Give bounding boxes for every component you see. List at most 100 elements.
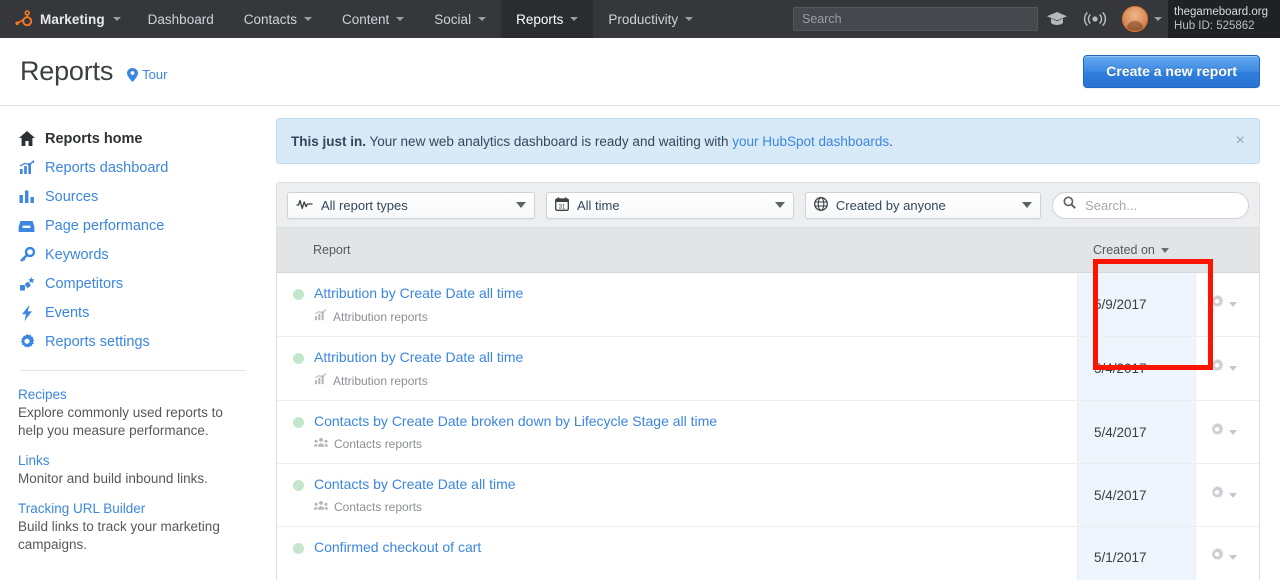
- chevron-down-icon[interactable]: [1229, 366, 1237, 371]
- nav-item-social[interactable]: Social: [419, 0, 501, 38]
- gear-icon[interactable]: [1210, 359, 1224, 378]
- report-type-filter-label: All report types: [321, 197, 408, 213]
- report-type: Contacts reports: [314, 500, 516, 514]
- chevron-down-icon: [304, 17, 312, 21]
- top-navigation-bar: Marketing Dashboard Contacts Content Soc…: [0, 0, 1280, 38]
- hubspot-sprocket-logo: [14, 10, 33, 28]
- chevron-down-icon[interactable]: [1229, 555, 1237, 560]
- table-row[interactable]: Attribution by Create Date all time Attr…: [277, 337, 1259, 401]
- column-header-created-on-label: Created on: [1093, 243, 1155, 257]
- search-icon: [1063, 196, 1076, 214]
- report-type-label: Contacts reports: [334, 500, 423, 514]
- chevron-down-icon: [774, 202, 785, 208]
- report-cell: Contacts by Create Date broken down by L…: [277, 401, 1077, 463]
- row-actions[interactable]: [1195, 337, 1259, 400]
- chevron-down-icon[interactable]: [1229, 492, 1237, 498]
- report-info: Contacts by Create Date broken down by L…: [314, 413, 717, 451]
- report-type-label: Contacts reports: [334, 437, 423, 451]
- sidebar-item-reports-settings[interactable]: Reports settings: [18, 327, 248, 356]
- sidebar-item-label: Events: [45, 304, 90, 321]
- account-name: thegameboard.org: [1174, 6, 1268, 18]
- report-search-box[interactable]: [1052, 191, 1249, 219]
- column-header-report[interactable]: Report: [277, 243, 1077, 257]
- binoculars-icon: [18, 275, 35, 292]
- brand-marketing-menu[interactable]: Marketing: [0, 0, 133, 38]
- time-range-filter-label: All time: [576, 197, 620, 213]
- main-content: This just in. Your new web analytics das…: [268, 106, 1280, 580]
- sidebar-item-page-performance[interactable]: Page performance: [18, 211, 248, 240]
- created-on-cell: 5/4/2017: [1077, 401, 1195, 463]
- recipes-link[interactable]: Recipes: [18, 387, 248, 402]
- gear-icon[interactable]: [1210, 295, 1224, 314]
- row-actions[interactable]: [1195, 401, 1259, 463]
- table-row[interactable]: Confirmed checkout of cart 5/1/2017: [277, 527, 1259, 580]
- report-info: Confirmed checkout of cart: [314, 539, 481, 576]
- nav-item-content[interactable]: Content: [327, 0, 419, 38]
- created-on-cell: 5/1/2017: [1077, 527, 1195, 580]
- nav-item-dashboard[interactable]: Dashboard: [133, 0, 229, 38]
- sidebar-item-reports-dashboard[interactable]: Reports dashboard: [18, 153, 248, 182]
- report-search-input[interactable]: [1083, 196, 1238, 214]
- tracking-url-builder-link[interactable]: Tracking URL Builder: [18, 501, 248, 516]
- report-cell: Attribution by Create Date all time Attr…: [277, 273, 1077, 336]
- chevron-down-icon: [396, 17, 405, 21]
- row-actions[interactable]: [1195, 527, 1259, 580]
- report-title-link[interactable]: Contacts by Create Date all time: [314, 476, 516, 492]
- sidebar-item-events[interactable]: Events: [18, 298, 248, 327]
- sidebar-item-label: Page performance: [45, 217, 165, 234]
- gear-icon[interactable]: [1210, 422, 1224, 442]
- global-search-input[interactable]: [793, 7, 1039, 31]
- sidebar-promo-tracking-url-builder: Tracking URL Builder Build links to trac…: [18, 501, 248, 554]
- links-link[interactable]: Links: [18, 453, 248, 468]
- sort-descending-icon: [1160, 247, 1169, 253]
- chart-line-icon: [18, 159, 35, 176]
- report-title-link[interactable]: Confirmed checkout of cart: [314, 539, 481, 555]
- nav-item-label: Dashboard: [147, 11, 214, 27]
- sidebar-item-label: Competitors: [45, 275, 124, 292]
- owner-filter[interactable]: Created by anyone: [804, 191, 1042, 219]
- close-icon[interactable]: ×: [1236, 133, 1245, 149]
- top-nav-right: thegameboard.org Hub ID: 525862: [793, 0, 1280, 38]
- chevron-down-icon[interactable]: [1229, 429, 1237, 435]
- table-row[interactable]: Contacts by Create Date broken down by L…: [277, 401, 1259, 464]
- table-row[interactable]: Attribution by Create Date all time Attr…: [277, 273, 1259, 337]
- nav-item-productivity[interactable]: Productivity: [593, 0, 708, 38]
- report-title-link[interactable]: Contacts by Create Date broken down by L…: [314, 413, 717, 429]
- page-root: Marketing Dashboard Contacts Content Soc…: [0, 0, 1280, 580]
- report-info: Attribution by Create Date all time Attr…: [314, 349, 523, 388]
- row-actions[interactable]: [1195, 273, 1259, 336]
- nav-item-contacts[interactable]: Contacts: [229, 0, 327, 38]
- row-actions[interactable]: [1195, 464, 1259, 526]
- user-menu[interactable]: [1114, 6, 1168, 32]
- sidebar-item-competitors[interactable]: Competitors: [18, 269, 248, 298]
- time-range-filter[interactable]: 31 All time: [545, 191, 794, 219]
- page-header: Reports Tour Create a new report: [0, 38, 1280, 106]
- sidebar-item-keywords[interactable]: Keywords: [18, 240, 248, 269]
- report-type: Attribution reports: [314, 309, 523, 324]
- banner-link[interactable]: your HubSpot dashboards: [732, 134, 889, 149]
- sidebar-item-reports-home[interactable]: Reports home: [18, 124, 248, 153]
- report-info: Contacts by Create Date all time Contact…: [314, 476, 516, 514]
- nav-item-label: Contacts: [243, 11, 297, 27]
- nav-item-reports[interactable]: Reports: [501, 0, 594, 38]
- broadcast-icon[interactable]: [1076, 0, 1114, 38]
- tracking-url-builder-description: Build links to track your marketing camp…: [18, 519, 220, 552]
- sidebar-item-sources[interactable]: Sources: [18, 182, 248, 211]
- report-type: Contacts reports: [314, 437, 717, 451]
- globe-icon: [813, 196, 828, 214]
- sidebar-item-label: Keywords: [45, 246, 109, 263]
- table-row[interactable]: Contacts by Create Date all time Contact…: [277, 464, 1259, 527]
- create-a-new-report-button[interactable]: Create a new report: [1083, 55, 1260, 88]
- report-title-link[interactable]: Attribution by Create Date all time: [314, 349, 523, 365]
- report-type-filter[interactable]: All report types: [287, 191, 535, 219]
- report-title-link[interactable]: Attribution by Create Date all time: [314, 285, 523, 301]
- nav-item-label: Productivity: [608, 11, 679, 27]
- inbox-icon: [18, 217, 35, 234]
- graduation-cap-icon[interactable]: [1038, 0, 1076, 38]
- chevron-down-icon[interactable]: [1229, 302, 1237, 307]
- sidebar-item-label: Reports dashboard: [45, 159, 169, 176]
- gear-icon[interactable]: [1210, 485, 1224, 505]
- tour-link[interactable]: Tour: [127, 61, 167, 82]
- column-header-created-on[interactable]: Created on: [1077, 243, 1195, 257]
- gear-icon[interactable]: [1210, 548, 1224, 567]
